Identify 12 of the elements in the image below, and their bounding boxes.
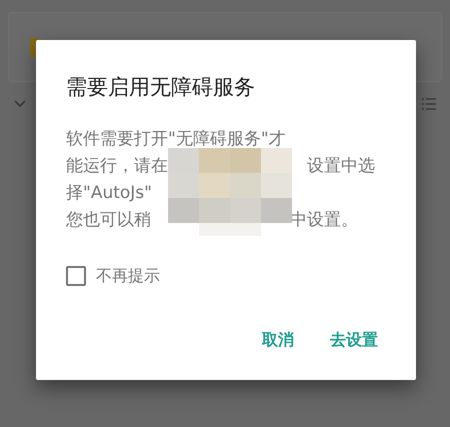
list-icon[interactable]	[422, 98, 436, 110]
chevron-down-icon[interactable]	[14, 100, 26, 108]
dialog-title: 需要启用无障碍服务	[66, 74, 256, 101]
message-text: 择"AutoJs"	[66, 182, 152, 205]
message-text: 软件需要打开"无障碍服务"才	[66, 128, 286, 151]
checkbox-label: 不再提示	[96, 265, 160, 287]
dialog-button[interactable]: 取消	[258, 324, 298, 356]
message-text: 设置中选	[307, 154, 375, 178]
message-text: 您也可以稍	[66, 208, 151, 232]
checkbox[interactable]	[66, 266, 86, 286]
dialog-button[interactable]: 去设置	[326, 324, 382, 356]
message-text: 能运行，请在	[66, 154, 168, 178]
